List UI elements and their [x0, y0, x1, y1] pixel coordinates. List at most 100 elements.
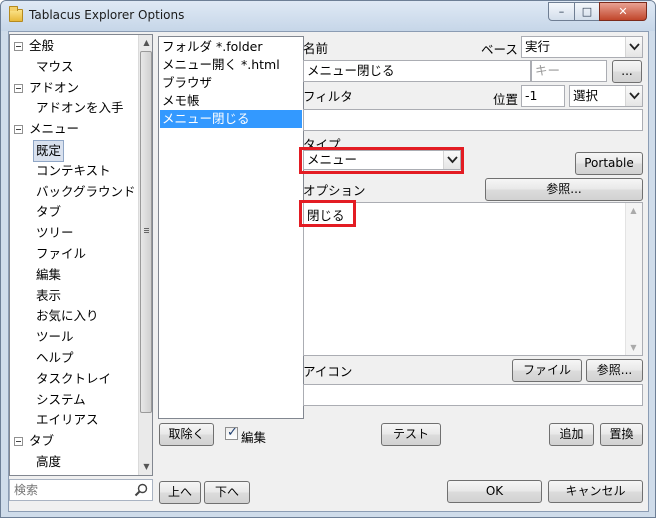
name-input[interactable]: メニュー閉じる	[303, 60, 531, 82]
tree-item[interactable]: メニュー	[10, 119, 137, 139]
move-down-button[interactable]: 下へ	[204, 481, 250, 504]
move-up-button[interactable]: 上へ	[159, 481, 201, 504]
window-title: Tablacus Explorer Options	[29, 8, 185, 22]
tree-item-label: タスクトレイ	[36, 370, 112, 386]
tree-item-label: 編集	[36, 266, 62, 282]
portable-button[interactable]: Portable	[575, 152, 643, 175]
tree-item[interactable]: 全般	[10, 36, 137, 56]
scroll-up-arrow-icon[interactable]: ▲	[139, 35, 152, 50]
position-input-value: -1	[525, 88, 538, 103]
tree-item-label: コンテキスト	[36, 162, 111, 178]
tree-item[interactable]: ツール	[10, 327, 137, 347]
tree-item[interactable]: 既定	[10, 140, 137, 162]
base-dropdown-button[interactable]	[625, 37, 642, 57]
tree-item-label: タブ	[29, 433, 55, 449]
tree-item-label: バックグラウンド	[36, 183, 136, 199]
highlight-box-option	[299, 200, 356, 227]
key-input[interactable]: キー	[531, 60, 607, 82]
tree-item-label: ヘルプ	[36, 350, 74, 365]
tree-expander-icon[interactable]	[14, 125, 23, 135]
option-scrollbar[interactable]: ▲ ▼	[625, 203, 642, 355]
search-box[interactable]	[9, 479, 153, 501]
scroll-down-arrow-icon[interactable]: ▼	[626, 340, 641, 355]
tree-item[interactable]: コンテキスト	[10, 161, 137, 181]
test-button[interactable]: テスト	[381, 423, 441, 446]
tree-item-label: アドオン	[29, 79, 80, 95]
tree-expander-icon[interactable]	[14, 83, 23, 93]
tree-item-label: ツール	[36, 329, 74, 345]
tree-item[interactable]: アドオン	[10, 78, 137, 98]
tree-item[interactable]: 表示	[10, 286, 137, 306]
close-button[interactable]: ✕	[599, 2, 647, 21]
scroll-thumb[interactable]	[140, 51, 152, 413]
maximize-button[interactable]: □	[574, 2, 600, 21]
icon-input[interactable]	[303, 384, 643, 406]
tree-item-label: マウス	[36, 58, 74, 74]
browse-option-button[interactable]: 参照...	[485, 178, 643, 201]
tree-item-label: 既定	[33, 140, 65, 162]
menu-item-list[interactable]: フォルダ *.folder メニュー開く *.html ブラウザ メモ帳 メニュー閉じる	[158, 36, 304, 419]
position-dropdown-button[interactable]	[625, 86, 642, 106]
tree-item[interactable]: システム	[10, 390, 137, 410]
tree-item[interactable]: ヘルプ	[10, 348, 137, 368]
tree-expander-icon[interactable]	[14, 437, 23, 447]
tree-item-label: エイリアス	[36, 412, 99, 428]
tree-item[interactable]: お気に入り	[10, 306, 137, 326]
tree-item[interactable]: ファイル	[10, 244, 137, 264]
tree-item-label: アドオンを入手	[36, 100, 124, 116]
dialog-client-area: 全般 マウス アドオン アドオンを入手 メニュー 既定 コンテキスト バックグラウンド タブ ツリ…	[8, 31, 649, 512]
list-item[interactable]: ブラウザ	[160, 74, 302, 92]
minimize-button[interactable]: –	[548, 2, 575, 21]
edit-checkbox[interactable]: ✓	[225, 425, 238, 440]
search-input[interactable]	[12, 482, 130, 498]
chevron-down-icon	[629, 43, 640, 51]
tree-item-label: お気に入り	[36, 308, 99, 324]
folder-app-icon	[9, 6, 23, 22]
base-select[interactable]: 実行	[521, 36, 643, 58]
tree-scrollbar[interactable]: ▲ ▼	[138, 35, 152, 475]
tree-expander-icon[interactable]	[14, 42, 23, 51]
replace-button[interactable]: 置換	[600, 423, 643, 446]
list-item[interactable]: フォルダ *.folder	[160, 38, 302, 56]
list-item[interactable]: メニュー閉じる	[160, 110, 302, 128]
filter-input[interactable]	[303, 109, 643, 131]
browse-dots-button[interactable]: ...	[612, 60, 642, 83]
base-label: ベース	[481, 42, 518, 57]
name-input-value: メニュー閉じる	[307, 63, 395, 78]
tree-item-label: 高度	[36, 454, 62, 469]
checkmark-icon: ✓	[227, 425, 238, 440]
category-tree[interactable]: 全般 マウス アドオン アドオンを入手 メニュー 既定 コンテキスト バックグラウンド タブ ツリ…	[9, 34, 153, 476]
tree-item[interactable]: ツリー	[10, 223, 137, 243]
scroll-up-arrow-icon[interactable]: ▲	[626, 203, 641, 218]
icon-file-button[interactable]: ファイル	[512, 359, 582, 382]
list-item[interactable]: メニュー開く *.html	[160, 56, 302, 74]
position-input[interactable]: -1	[521, 85, 565, 107]
add-button[interactable]: 追加	[549, 423, 594, 446]
filter-label: フィルタ	[303, 89, 353, 104]
tree-item[interactable]: バックグラウンド	[10, 182, 137, 202]
scroll-down-arrow-icon[interactable]: ▼	[139, 459, 152, 474]
tree-item[interactable]: マウス	[10, 57, 137, 77]
remove-button[interactable]: 取除く	[159, 423, 214, 446]
key-input-placeholder: キー	[535, 63, 561, 78]
icon-browse-button[interactable]: 参照...	[586, 359, 643, 382]
position-select[interactable]: 選択	[569, 85, 643, 107]
search-icon[interactable]	[134, 483, 148, 497]
title-bar[interactable]: Tablacus Explorer Options – □ ✕	[1, 1, 655, 31]
tree-item[interactable]: タブ	[10, 431, 137, 451]
tree-item[interactable]: タスクトレイ	[10, 369, 137, 389]
position-select-value: 選択	[573, 88, 599, 103]
list-item[interactable]: メモ帳	[160, 92, 302, 110]
ok-button[interactable]: OK	[447, 480, 542, 503]
tree-item[interactable]: 高度	[10, 452, 137, 472]
position-label: 位置	[493, 92, 519, 107]
tree-item-label: システム	[36, 391, 86, 407]
tree-item[interactable]: タブ	[10, 202, 137, 222]
base-select-value: 実行	[525, 39, 551, 54]
tree-item[interactable]: エイリアス	[10, 410, 137, 430]
tree-item[interactable]: アドオンを入手	[10, 98, 137, 118]
highlight-box-type	[299, 147, 464, 174]
tree-item[interactable]: 編集	[10, 265, 137, 285]
tree-item-label: ツリー	[36, 225, 74, 241]
cancel-button[interactable]: キャンセル	[548, 480, 643, 503]
